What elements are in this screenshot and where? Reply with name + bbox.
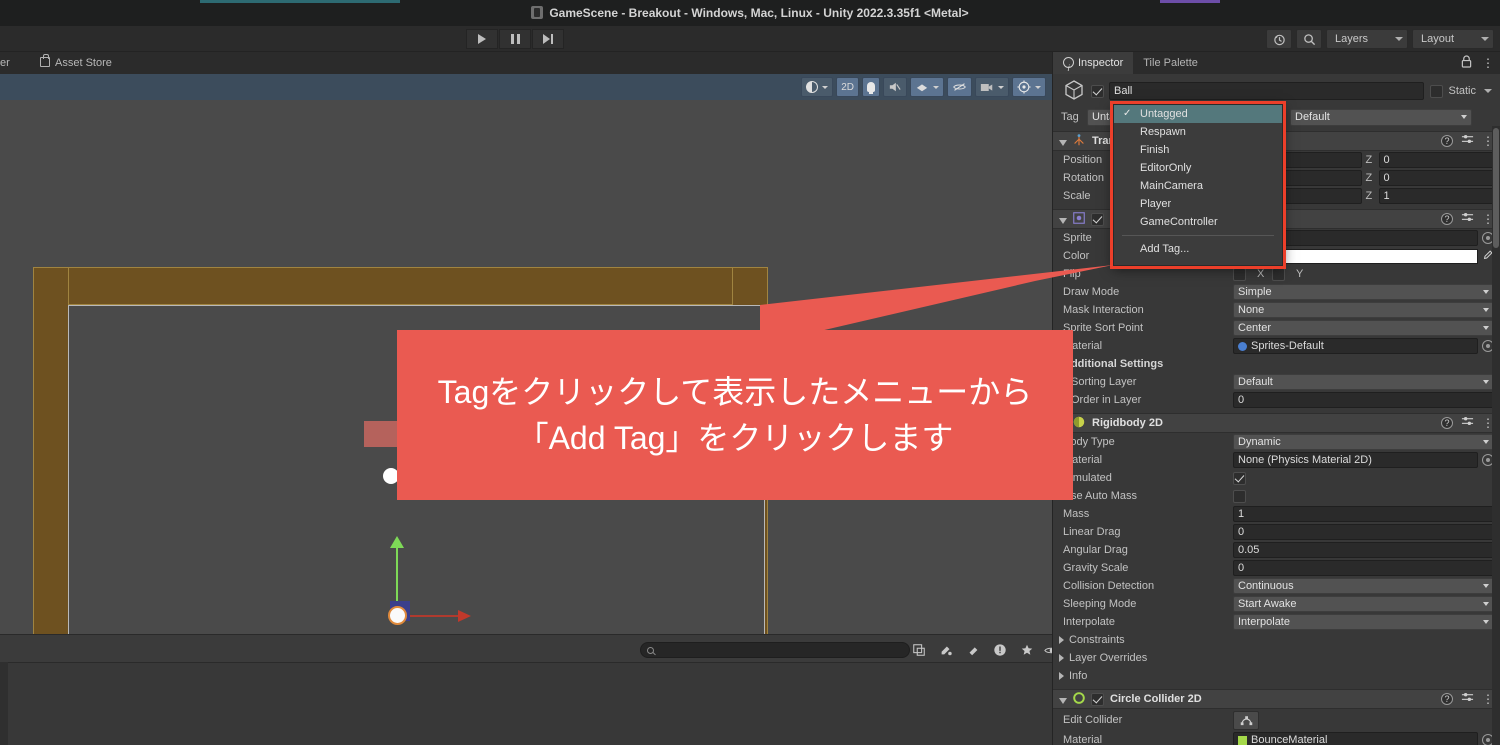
callout-line-1: Tagをクリックして表示したメニューから: [437, 373, 1033, 410]
callout-box: Tagをクリックして表示したメニューから 「Add Tag」をクリックします: [397, 330, 1073, 500]
callout-line-2: 「Add Tag」をクリックします: [516, 420, 954, 456]
